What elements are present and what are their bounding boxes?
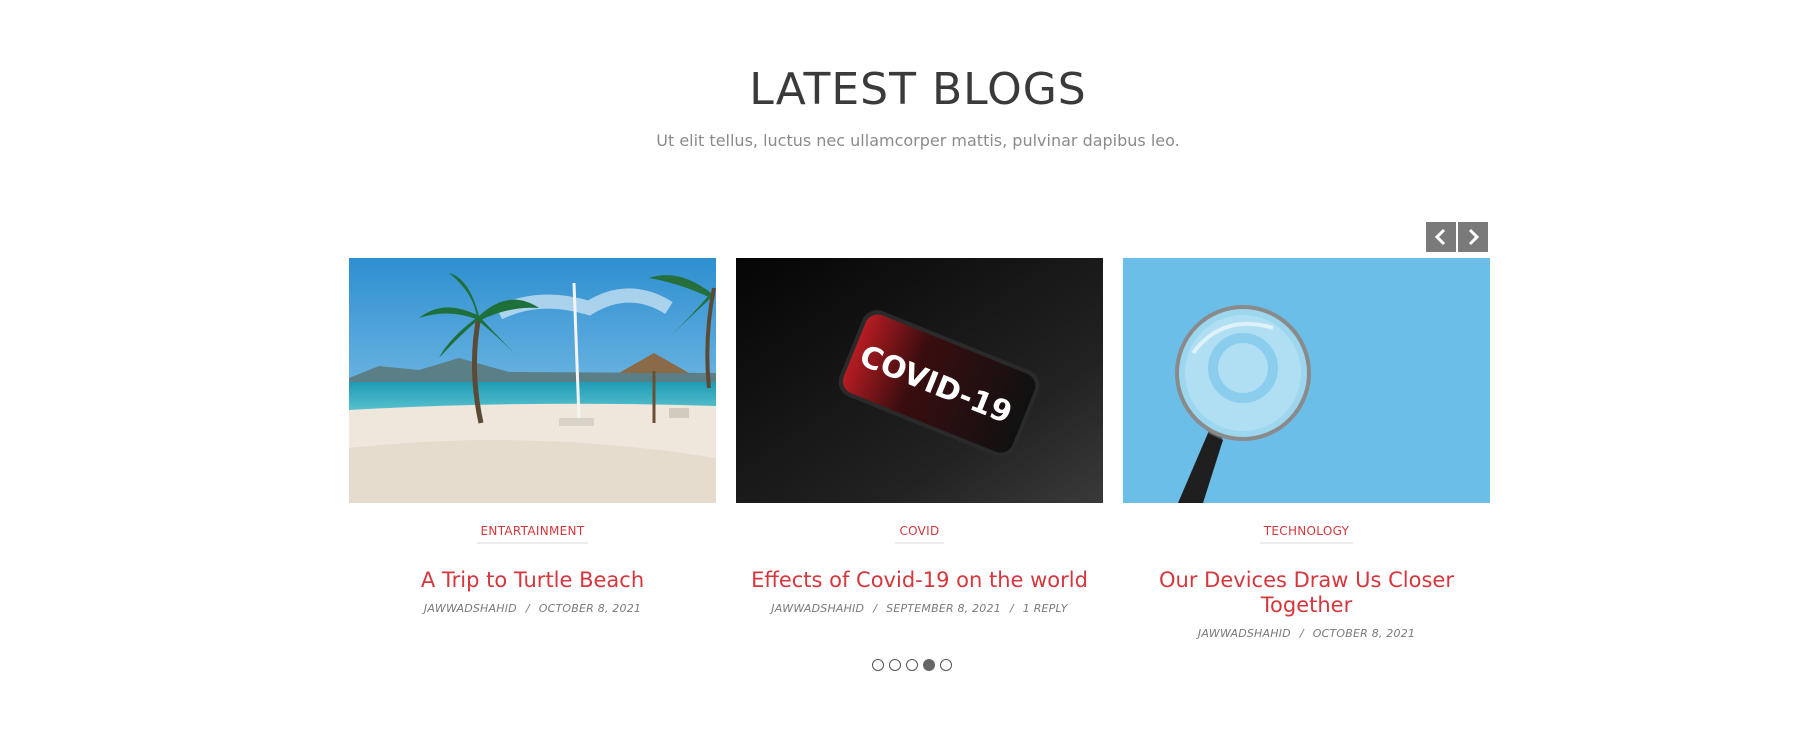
magnifying-glass-image[interactable] [1123, 258, 1490, 503]
post-meta: JAWWADSHAHID / OCTOBER 8, 2021 [1123, 626, 1490, 642]
blog-card: ENTARTAINMENT A Trip to Turtle Beach JAW… [349, 258, 716, 658]
beach-palm-trees-image[interactable] [349, 258, 716, 503]
carousel-dot[interactable] [940, 659, 952, 671]
carousel-dot[interactable] [872, 659, 884, 671]
post-author[interactable]: JAWWADSHAHID [1198, 627, 1291, 640]
latest-blogs-section: LATEST BLOGS Ut elit tellus, luctus nec … [0, 0, 1794, 752]
section-title: LATEST BLOGS [749, 64, 1087, 115]
post-date[interactable]: OCTOBER 8, 2021 [539, 602, 641, 615]
meta-separator: / [525, 602, 530, 615]
carousel-prev-button[interactable] [1426, 222, 1456, 252]
chevron-right-icon [1468, 228, 1480, 246]
post-category[interactable]: COVID [895, 523, 944, 544]
chevron-left-icon [1434, 228, 1446, 246]
section-subtitle: Ut elit tellus, luctus nec ullamcorper m… [656, 131, 1180, 150]
post-author[interactable]: JAWWADSHAHID [424, 602, 517, 615]
post-title[interactable]: Effects of Covid-19 on the world [744, 568, 1095, 593]
covid-phone-image[interactable]: COVID-19 [736, 258, 1103, 503]
meta-separator: / [1299, 627, 1304, 640]
post-replies[interactable]: 1 REPLY [1023, 602, 1068, 615]
carousel-dot[interactable] [889, 659, 901, 671]
carousel-dot[interactable] [906, 659, 918, 671]
carousel-pagination [872, 659, 952, 671]
carousel-dot-active[interactable] [923, 659, 935, 671]
post-category[interactable]: ENTARTAINMENT [476, 523, 589, 544]
post-title[interactable]: Our Devices Draw Us Closer Together [1131, 568, 1482, 618]
post-date[interactable]: SEPTEMBER 8, 2021 [886, 602, 1001, 615]
meta-separator: / [1009, 602, 1014, 615]
blog-card: TECHNOLOGY Our Devices Draw Us Closer To… [1123, 258, 1490, 658]
blog-card: COVID-19 COVID Effects of Covid-19 on th… [736, 258, 1103, 658]
post-category[interactable]: TECHNOLOGY [1259, 523, 1354, 544]
post-meta: JAWWADSHAHID / SEPTEMBER 8, 2021 / 1 REPLY [736, 601, 1103, 617]
post-title[interactable]: A Trip to Turtle Beach [357, 568, 708, 593]
post-author[interactable]: JAWWADSHAHID [771, 602, 864, 615]
meta-separator: / [873, 602, 878, 615]
post-meta: JAWWADSHAHID / OCTOBER 8, 2021 [349, 601, 716, 617]
post-date[interactable]: OCTOBER 8, 2021 [1313, 627, 1415, 640]
carousel-next-button[interactable] [1458, 222, 1488, 252]
